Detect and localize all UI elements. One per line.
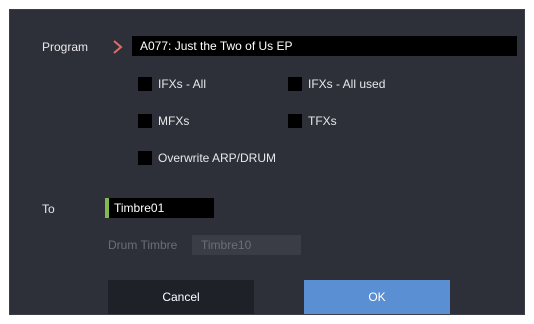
- to-value: Timbre01: [114, 201, 165, 215]
- focus-accent: [105, 198, 109, 218]
- program-field[interactable]: A077: Just the Two of Us EP: [132, 36, 517, 56]
- mfxs-checkbox[interactable]: [138, 114, 152, 128]
- overwrite-arp-drum-label[interactable]: Overwrite ARP/DRUM: [158, 151, 276, 165]
- ifxs-all-checkbox[interactable]: [138, 77, 152, 91]
- ok-button[interactable]: OK: [304, 280, 450, 314]
- ifxs-all-used-label[interactable]: IFXs - All used: [308, 77, 385, 91]
- program-label: Program: [42, 40, 89, 54]
- drum-timbre-field: Timbre10: [192, 235, 301, 255]
- drum-timbre-label: Drum Timbre: [108, 238, 178, 252]
- copy-dialog: Program A077: Just the Two of Us EP IFXs…: [9, 9, 525, 315]
- mfxs-label[interactable]: MFXs: [158, 114, 189, 128]
- ifxs-all-label[interactable]: IFXs - All: [158, 77, 206, 91]
- ifxs-all-used-checkbox[interactable]: [288, 77, 302, 91]
- tfxs-label[interactable]: TFXs: [308, 114, 337, 128]
- tfxs-checkbox[interactable]: [288, 114, 302, 128]
- overwrite-arp-drum-checkbox[interactable]: [138, 151, 152, 165]
- to-field[interactable]: Timbre01: [105, 198, 214, 218]
- cancel-button[interactable]: Cancel: [108, 280, 254, 314]
- to-label: To: [42, 202, 55, 216]
- chevron-right-icon[interactable]: [111, 39, 125, 55]
